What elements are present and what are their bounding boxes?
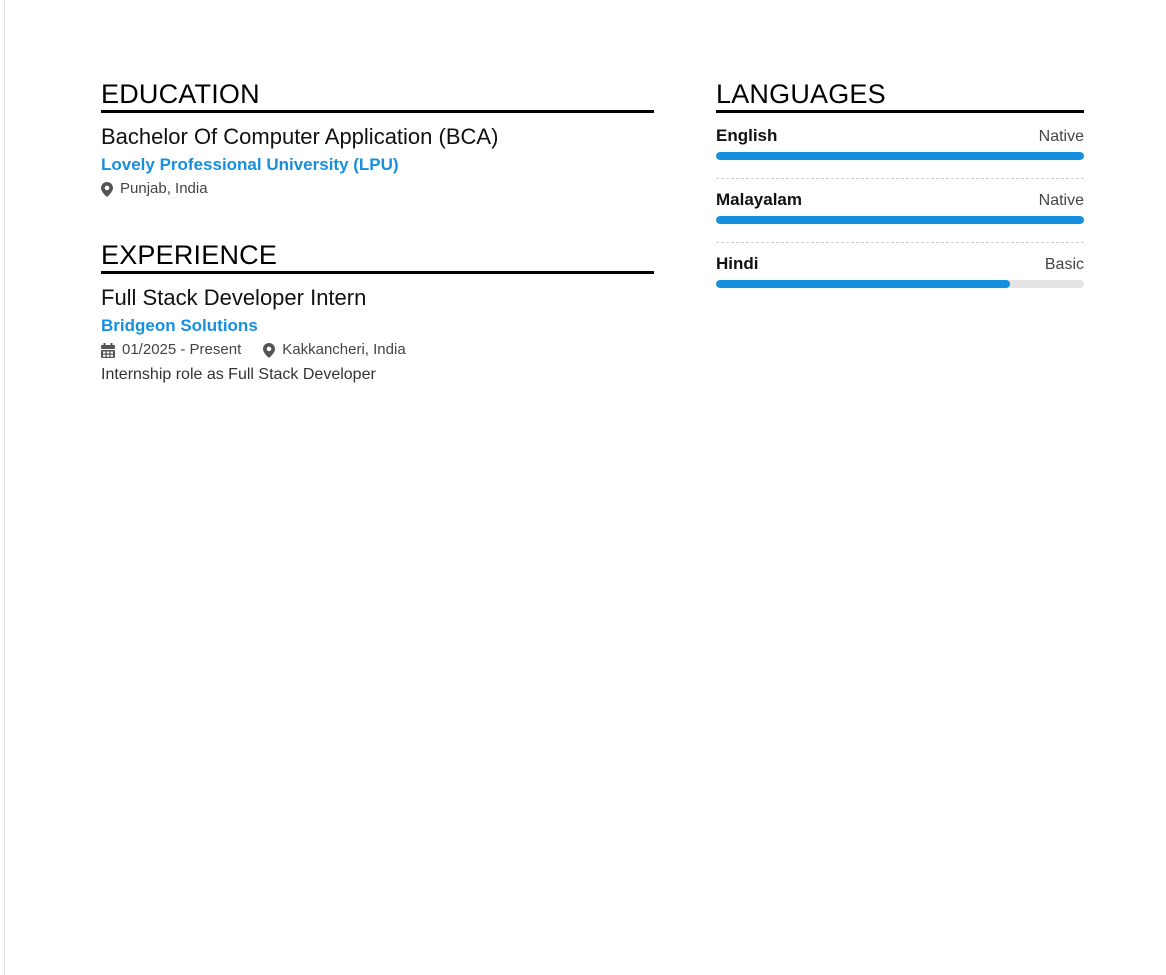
- proficiency-bar: [716, 216, 1084, 224]
- proficiency-fill: [716, 152, 1084, 160]
- experience-dates: 01/2025 - Present: [101, 341, 241, 359]
- experience-section: EXPERIENCE Full Stack Developer Intern B…: [101, 240, 654, 385]
- page-edge-divider: [4, 0, 5, 975]
- proficiency-fill: [716, 216, 1084, 224]
- job-description: Internship role as Full Stack Developer: [101, 366, 376, 383]
- main-column: EDUCATION Bachelor Of Computer Applicati…: [101, 79, 654, 427]
- side-column: LANGUAGES English Native Malayalam Nativ…: [716, 79, 1084, 348]
- map-pin-icon: [101, 181, 113, 197]
- language-level: Basic: [1044, 256, 1084, 273]
- degree-title: Bachelor Of Computer Application (BCA): [101, 124, 499, 149]
- language-item-english: English Native: [716, 113, 1084, 179]
- proficiency-bar: [716, 152, 1084, 160]
- resume-page: EDUCATION Bachelor Of Computer Applicati…: [0, 0, 1166, 975]
- education-entry: Bachelor Of Computer Application (BCA) L…: [101, 123, 654, 198]
- language-level: Native: [1038, 128, 1084, 145]
- job-title: Full Stack Developer Intern: [101, 285, 367, 310]
- education-heading: EDUCATION: [101, 79, 654, 113]
- experience-location: Kakkancheri, India: [263, 341, 406, 359]
- map-pin-icon: [263, 342, 276, 358]
- education-section: EDUCATION Bachelor Of Computer Applicati…: [101, 79, 654, 198]
- company-name: Bridgeon Solutions: [101, 316, 258, 335]
- language-item-malayalam: Malayalam Native: [716, 179, 1084, 243]
- experience-entry: Full Stack Developer Intern Bridgeon Sol…: [101, 284, 654, 385]
- language-level: Native: [1038, 192, 1084, 209]
- language-name: English: [716, 126, 778, 145]
- location-text: Punjab, India: [120, 180, 208, 197]
- education-location: Punjab, India: [101, 180, 208, 198]
- calendar-icon: [101, 342, 115, 358]
- dates-text: 01/2025 - Present: [122, 341, 242, 358]
- language-item-hindi: Hindi Basic: [716, 243, 1084, 306]
- experience-meta: 01/2025 - Present Kakkancheri, India: [101, 341, 654, 359]
- language-name: Malayalam: [716, 190, 802, 209]
- languages-heading: LANGUAGES: [716, 79, 1084, 113]
- location-text: Kakkancheri, India: [282, 341, 406, 358]
- language-name: Hindi: [716, 254, 759, 273]
- education-meta: Punjab, India: [101, 180, 654, 198]
- experience-heading: EXPERIENCE: [101, 240, 654, 274]
- languages-section: LANGUAGES English Native Malayalam Nativ…: [716, 79, 1084, 306]
- proficiency-fill: [716, 280, 1011, 288]
- proficiency-bar: [716, 280, 1084, 288]
- school-name: Lovely Professional University (LPU): [101, 155, 399, 174]
